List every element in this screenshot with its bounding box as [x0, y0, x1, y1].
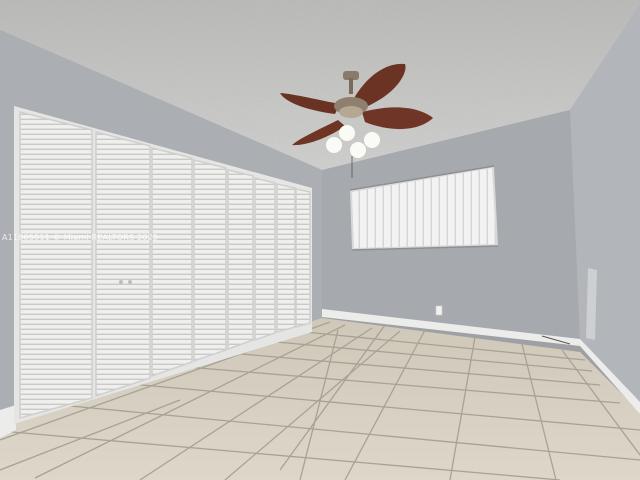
fan-light: [350, 142, 366, 158]
fan-light: [326, 137, 342, 153]
fan-light: [364, 132, 380, 148]
door-knob: [119, 280, 123, 284]
room-photo: A11805911 © Miami REALTORS 2025: [0, 0, 640, 480]
wall-outlet: [435, 305, 443, 316]
watermark: A11805911 © Miami REALTORS 2025: [2, 233, 159, 242]
fan-light: [339, 125, 355, 141]
door-knob: [128, 280, 132, 284]
